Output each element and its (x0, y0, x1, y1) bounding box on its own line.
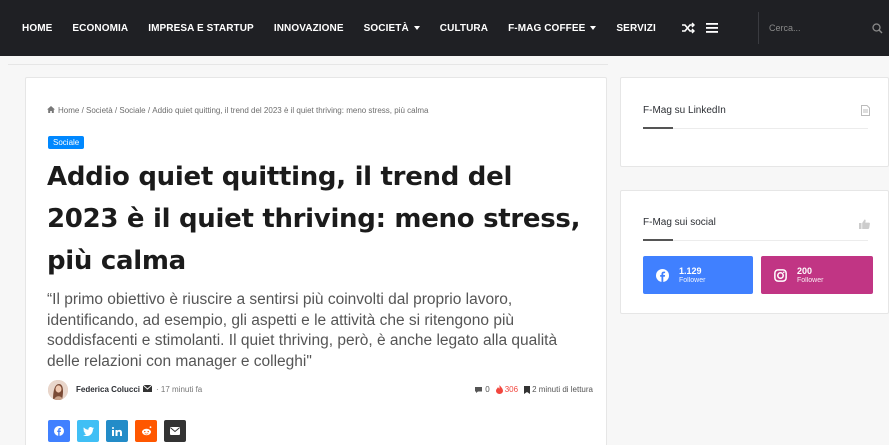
nav-item-societa[interactable]: SOCIETÀ (364, 23, 420, 34)
search-box (758, 12, 889, 44)
facebook-followers-button[interactable]: 1.129 Follower (643, 256, 753, 294)
article-excerpt: “Il primo obiettivo è riuscire a sentirs… (47, 291, 558, 370)
menu-icon[interactable] (704, 20, 720, 36)
top-navigation-bar: HOME ECONOMIA IMPRESA E STARTUP INNOVAZI… (0, 0, 889, 56)
twitter-icon (82, 426, 94, 436)
comments-count[interactable]: 0 (474, 385, 490, 394)
breadcrumb-separator: / (79, 106, 87, 115)
header-tools (680, 0, 752, 56)
nav-item-innovazione[interactable]: INNOVAZIONE (274, 23, 344, 34)
facebook-label: Follower (679, 276, 706, 284)
author-name[interactable]: Federica Colucci (76, 384, 153, 394)
chevron-down-icon (413, 26, 420, 30)
share-linkedin-button[interactable] (106, 420, 128, 442)
share-twitter-button[interactable] (77, 420, 99, 442)
breadcrumb-separator: / (145, 106, 153, 115)
nav-item-f-mag-coffee[interactable]: F-MAG COFFEE (508, 23, 597, 34)
views-count: 306 (495, 385, 519, 394)
bookmark-icon (524, 385, 531, 394)
main-menu: HOME ECONOMIA IMPRESA E STARTUP INNOVAZI… (22, 0, 676, 56)
nav-item-home[interactable]: HOME (22, 23, 52, 34)
share-email-button[interactable] (164, 420, 186, 442)
instagram-followers-button[interactable]: 200 Follower (761, 256, 873, 294)
share-facebook-button[interactable] (48, 420, 70, 442)
breadcrumb-sociale[interactable]: Sociale (119, 106, 145, 115)
comments-value: 0 (485, 385, 490, 394)
breadcrumb-current: Addio quiet quitting, il trend del 2023 … (152, 106, 429, 115)
search-input[interactable] (759, 23, 859, 33)
share-reddit-button[interactable] (135, 420, 157, 442)
author-avatar[interactable] (48, 380, 68, 400)
chevron-down-icon (590, 26, 597, 30)
share-buttons (48, 420, 193, 442)
comments-icon (475, 386, 483, 393)
post-time: · 17 minuti fa (156, 385, 203, 394)
breadcrumb-separator: / (112, 106, 120, 115)
document-icon (861, 103, 870, 121)
home-icon (47, 106, 55, 115)
article-card: Home / Società / Sociale / Addio quiet q… (25, 77, 607, 445)
author-name-text[interactable]: Federica Colucci (76, 385, 140, 394)
nav-item-impresa-e-startup[interactable]: IMPRESA E STARTUP (148, 23, 254, 34)
instagram-icon (773, 268, 787, 282)
linkedin-widget: F-Mag su LinkedIn (620, 77, 889, 167)
facebook-stats: 1.129 Follower (679, 266, 705, 285)
article-title: Addio quiet quitting, il trend del 2023 … (47, 162, 581, 276)
reading-time: 2 minuti di lettura (524, 385, 593, 394)
nav-item-cultura[interactable]: CULTURA (440, 23, 488, 34)
reading-time-value: 2 minuti di lettura (532, 385, 593, 394)
instagram-count: 200 (797, 265, 813, 276)
views-value: 306 (504, 385, 519, 394)
search-icon[interactable] (872, 21, 883, 39)
post-stats: 0 306 2 minuti di lettura (468, 385, 593, 394)
nav-item-servizi[interactable]: SERVIZI (616, 23, 655, 34)
header-divider (8, 64, 608, 65)
linkedin-icon (112, 426, 122, 436)
category-badge[interactable]: Sociale (48, 136, 85, 149)
breadcrumb-societa[interactable]: Società (86, 106, 113, 115)
breadcrumb: Home / Società / Sociale / Addio quiet q… (47, 106, 428, 115)
facebook-icon (54, 426, 64, 436)
moon-icon[interactable] (728, 20, 744, 36)
facebook-icon (655, 268, 669, 282)
widget-divider (643, 127, 868, 129)
instagram-stats: 200 Follower (797, 266, 823, 285)
breadcrumb-home[interactable]: Home (58, 106, 79, 115)
nav-item-economia[interactable]: ECONOMIA (72, 23, 128, 34)
email-icon (170, 427, 180, 435)
reddit-icon (141, 426, 151, 436)
social-widget: F-Mag sui social 1.129 Follower 200 Foll… (620, 190, 889, 314)
post-meta: Federica Colucci · 17 minuti fa 0 306 2 … (48, 379, 593, 401)
widget-title: F-Mag su LinkedIn (643, 105, 726, 116)
widget-title: F-Mag sui social (643, 217, 716, 228)
instagram-label: Follower (797, 276, 824, 284)
shuffle-icon[interactable] (680, 20, 696, 36)
fire-icon (495, 385, 503, 394)
widget-divider (643, 239, 868, 241)
envelope-icon[interactable] (142, 384, 153, 394)
facebook-count: 1.129 (679, 265, 702, 276)
thumbs-up-icon (859, 216, 870, 234)
